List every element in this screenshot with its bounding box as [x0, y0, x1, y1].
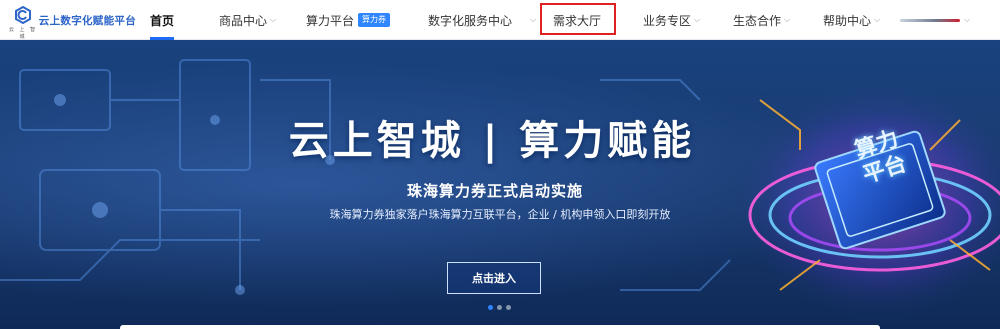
user-name-redacted	[900, 18, 960, 22]
content-panel-top-edge	[120, 325, 880, 329]
nav-products-label: 商品中心	[219, 13, 268, 28]
hero-subtitle: 珠海算力券正式启动实施	[406, 182, 583, 200]
nav-business-zone[interactable]: 业务专区 ⌵	[643, 0, 700, 40]
nav-help-center[interactable]: 帮助中心 ⌵	[823, 0, 880, 40]
nav-home-label: 首页	[150, 13, 175, 28]
nav-ecosystem-label: 生态合作	[733, 13, 782, 28]
chevron-down-icon: ⌵	[270, 15, 277, 24]
brand-name: 云上数字化赋能平台	[38, 14, 136, 27]
hero-banner[interactable]: 算力 平台 云上智城 | 算力赋能 珠海算力券正式启动实施 珠海算力券独家落户珠…	[0, 40, 1000, 329]
nav-compute-platform-label: 算力平台	[306, 13, 355, 28]
hero-title: 云上智城 | 算力赋能	[288, 118, 696, 164]
nav-home[interactable]: 首页	[150, 0, 175, 40]
enter-button[interactable]: 点击进入	[447, 262, 541, 294]
carousel-dot-2[interactable]	[497, 305, 502, 310]
logo-mark-icon: 云 上 智 城	[6, 4, 39, 40]
nav-products[interactable]: 商品中心 ⌵	[219, 0, 276, 40]
carousel-dot-3[interactable]	[506, 305, 511, 310]
chevron-down-icon: ⌵	[964, 15, 971, 24]
carousel-indicators	[488, 305, 511, 310]
nav-digital-services-label: 数字化服务中心	[428, 13, 513, 28]
top-nav-bar: 云 上 智 城 云上数字化赋能平台 首页 商品中心 ⌵ 算力平台 算力券 数字化…	[0, 0, 1000, 40]
nav-digital-services[interactable]: 数字化服务中心 ⌵	[428, 0, 536, 40]
chevron-down-icon: ⌵	[874, 15, 881, 24]
site-logo[interactable]: 云 上 智 城 云上数字化赋能平台	[6, 4, 136, 40]
chevron-down-icon: ⌵	[530, 15, 537, 24]
nav-compute-platform[interactable]: 算力平台 算力券	[306, 0, 391, 40]
nav-business-zone-label: 业务专区	[643, 13, 692, 28]
nav-help-center-label: 帮助中心	[823, 13, 872, 28]
compute-voucher-badge: 算力券	[358, 13, 391, 27]
nav-ecosystem[interactable]: 生态合作 ⌵	[733, 0, 790, 40]
chevron-down-icon: ⌵	[784, 15, 791, 24]
logo-subtext: 云 上 智 城	[8, 27, 38, 40]
nav-demand-hall-label: 需求大厅	[553, 13, 602, 28]
hero-description: 珠海算力券独家落户珠海算力互联平台，企业 / 机构申领入口即刻开放	[329, 208, 671, 221]
chevron-down-icon: ⌵	[694, 15, 701, 24]
nav-demand-hall[interactable]: 需求大厅	[553, 0, 601, 40]
user-account-menu[interactable]: ⌵	[900, 12, 980, 28]
carousel-dot-1[interactable]	[488, 305, 493, 310]
